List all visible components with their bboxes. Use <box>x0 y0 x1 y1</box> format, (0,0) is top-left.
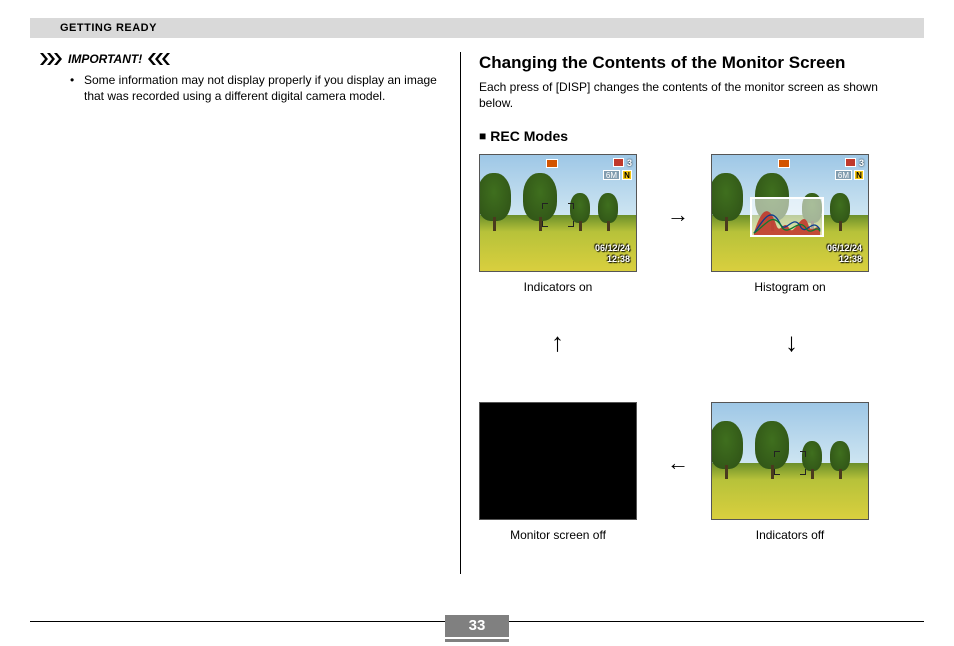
rec-modes-heading: ■ REC Modes <box>479 128 910 144</box>
timestamp-overlay: 06/12/24 12:38 <box>827 243 862 265</box>
thumb-caption: Histogram on <box>711 280 869 294</box>
important-label: IMPORTANT! <box>68 52 142 66</box>
thumb-caption: Monitor screen off <box>479 528 637 542</box>
thumb-histogram-on: 3 6M N <box>711 154 869 294</box>
section-header-text: GETTING READY <box>60 22 157 34</box>
shots-remaining: 3 <box>859 158 864 168</box>
important-open-icon <box>40 53 62 65</box>
bullet-dot-icon: • <box>70 72 76 104</box>
screen-preview: 3 6M N <box>711 154 869 272</box>
topic-heading: Changing the Contents of the Monitor Scr… <box>479 52 910 73</box>
page-footer: 33 <box>30 621 924 622</box>
arrow-down-icon: ↓ <box>785 329 798 355</box>
thumb-caption: Indicators off <box>711 528 869 542</box>
image-size-indicator: 6M <box>603 170 620 180</box>
thumb-monitor-off: Monitor screen off <box>479 402 637 542</box>
time-stamp: 12:38 <box>595 254 630 265</box>
page-number-badge: 33 <box>445 615 509 637</box>
thumb-caption: Indicators on <box>479 280 637 294</box>
screen-preview: 3 6M N 06/12/24 12:38 <box>479 154 637 272</box>
manual-page: GETTING READY IMPORTANT! <box>0 0 954 646</box>
two-column-layout: IMPORTANT! • Some information may not di… <box>30 52 924 574</box>
screen-preview-off <box>479 402 637 520</box>
topic-body: Each press of [DISP] changes the content… <box>479 79 910 111</box>
image-size-indicator: 6M <box>835 170 852 180</box>
battery-icon <box>613 158 624 167</box>
rec-mode-icon <box>546 159 558 168</box>
rec-mode-icon <box>778 159 790 168</box>
screen-preview <box>711 402 869 520</box>
thumb-indicators-on: 3 6M N 06/12/24 12:38 <box>479 154 637 294</box>
shots-remaining: 3 <box>627 158 632 168</box>
histogram-panel <box>750 197 824 237</box>
rec-modes-label: REC Modes <box>490 128 568 144</box>
quality-indicator: N <box>854 170 864 180</box>
thumb-indicators-off: Indicators off <box>711 402 869 542</box>
filled-square-icon: ■ <box>479 129 486 143</box>
arrow-left-icon: ← <box>667 452 689 474</box>
important-heading: IMPORTANT! <box>40 52 442 66</box>
arrow-right-icon: → <box>667 204 689 226</box>
important-note-text: Some information may not display properl… <box>84 72 442 104</box>
section-header-bar: GETTING READY <box>30 18 924 38</box>
right-column: Changing the Contents of the Monitor Scr… <box>460 52 910 574</box>
important-close-icon <box>148 53 170 65</box>
page-number-underline <box>445 639 509 642</box>
arrow-up-icon: ↑ <box>551 329 564 355</box>
date-stamp: 06/12/24 <box>595 243 630 254</box>
battery-icon <box>845 158 856 167</box>
time-stamp: 12:38 <box>827 254 862 265</box>
quality-indicator: N <box>622 170 632 180</box>
timestamp-overlay: 06/12/24 12:38 <box>595 243 630 265</box>
display-cycle-diagram: 3 6M N 06/12/24 12:38 <box>479 154 909 574</box>
date-stamp: 06/12/24 <box>827 243 862 254</box>
left-column: IMPORTANT! • Some information may not di… <box>30 52 460 574</box>
important-note: • Some information may not display prope… <box>70 72 442 104</box>
